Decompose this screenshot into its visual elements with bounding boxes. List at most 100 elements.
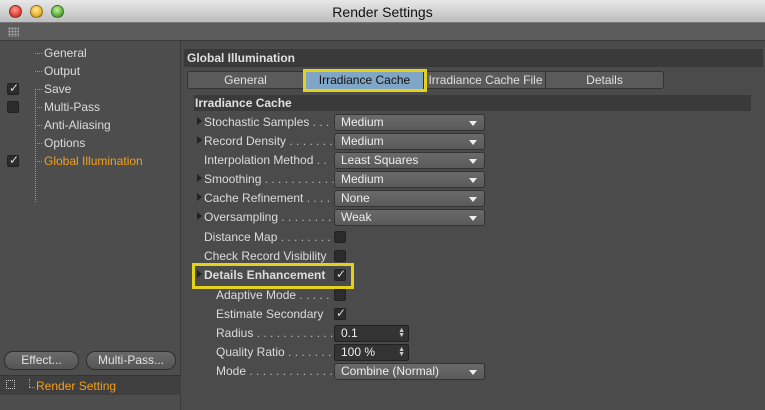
leader-dots: . . . . <box>303 191 331 205</box>
param-quality-ratio: Quality Ratio . . . . . . . 100 % ▲ ▼ <box>182 343 765 362</box>
sidebar-item-general[interactable]: General <box>0 44 181 62</box>
param-adaptive-mode: Adaptive Mode . . . . . <box>182 286 765 305</box>
tree-branch <box>35 53 42 54</box>
checkmark-icon: ✓ <box>9 153 20 167</box>
param-label: Radius . . . . . . . . . . . . . . <box>216 326 347 340</box>
tree-branch <box>29 387 35 388</box>
checkmark-icon: ✓ <box>9 81 20 95</box>
render-setting-label: Render Setting <box>36 379 117 393</box>
sidebar-item-label: Output <box>44 64 81 78</box>
leader-dots: . . . . . . . <box>286 134 333 148</box>
effect-button[interactable]: Effect... <box>4 351 79 370</box>
expand-arrow-icon[interactable] <box>197 193 202 201</box>
param-label: Check Record Visibility <box>204 249 327 263</box>
tree-branch <box>35 143 42 144</box>
param-oversampling: Oversampling . . . . . . . . Weak <box>182 208 765 227</box>
expand-arrow-icon[interactable] <box>197 117 202 125</box>
quality-ratio-input[interactable]: 100 % ▲ ▼ <box>334 344 409 361</box>
dropdown-value: None <box>341 191 370 205</box>
chevron-down-icon <box>469 159 477 164</box>
dropdown-value: Medium <box>341 134 384 148</box>
param-label-text: Interpolation Method <box>204 153 314 167</box>
sidebar-item-label: Global Illumination <box>44 154 143 168</box>
chevron-down-icon <box>469 370 477 375</box>
expand-arrow-icon[interactable] <box>197 136 202 144</box>
tree-branch <box>35 107 42 108</box>
check-record-visibility-checkbox[interactable] <box>334 250 346 262</box>
dropdown-value: Combine (Normal) <box>341 364 440 378</box>
param-label-text: Smoothing <box>204 172 262 186</box>
adaptive-mode-checkbox[interactable] <box>334 289 346 301</box>
param-smoothing: Smoothing . . . . . . . . . . . Medium <box>182 170 765 189</box>
sidebar-item-anti-aliasing[interactable]: Anti-Aliasing <box>0 116 181 134</box>
sidebar-item-save[interactable]: ✓ Save <box>0 80 181 98</box>
sidebar-item-global-illumination[interactable]: ✓ Global Illumination <box>0 152 181 170</box>
details-enhancement-checkbox[interactable]: ✓ <box>334 267 346 281</box>
param-label: Oversampling . . . . . . . . <box>204 210 331 224</box>
record-density-dropdown[interactable]: Medium <box>334 133 485 150</box>
param-label: Adaptive Mode . . . . . <box>216 288 329 302</box>
cache-refinement-dropdown[interactable]: None <box>334 190 485 207</box>
estimate-secondary-checkbox[interactable]: ✓ <box>334 306 346 320</box>
sidebar-item-label: Options <box>44 136 86 150</box>
window-title: Render Settings <box>332 4 433 20</box>
tree-branch <box>35 71 42 72</box>
chevron-down-icon <box>469 121 477 126</box>
mode-dropdown[interactable]: Combine (Normal) <box>334 363 485 380</box>
expand-arrow-icon[interactable] <box>197 212 202 220</box>
dropdown-value: Least Squares <box>341 153 419 167</box>
param-label: Stochastic Samples . . . . <box>204 115 336 129</box>
param-label-text: Stochastic Samples <box>204 115 310 129</box>
leader-dots: . . . . <box>309 115 337 129</box>
distance-map-checkbox[interactable] <box>334 231 346 243</box>
save-enable-checkbox[interactable]: ✓ <box>7 81 20 95</box>
render-setting-row[interactable]: Render Setting <box>0 375 181 395</box>
param-label: Distance Map . . . . . . . . <box>204 230 331 244</box>
chevron-down-icon <box>469 216 477 221</box>
section-header: Global Illumination <box>184 49 763 67</box>
multi-pass-enable-checkbox[interactable] <box>7 101 19 113</box>
stepper-icon[interactable]: ▲ ▼ <box>398 346 405 358</box>
interpolation-method-dropdown[interactable]: Least Squares <box>334 152 485 169</box>
dropdown-value: Medium <box>341 115 384 129</box>
global-illumination-enable-checkbox[interactable]: ✓ <box>7 153 20 167</box>
chevron-down-icon <box>469 178 477 183</box>
sidebar-item-label: Multi-Pass <box>44 100 101 114</box>
expand-arrow-icon[interactable] <box>197 174 202 182</box>
expand-arrow-icon[interactable] <box>197 270 202 278</box>
tab-general[interactable]: General <box>188 72 304 89</box>
sidebar-item-multi-pass[interactable]: Multi-Pass <box>0 98 181 116</box>
dropdown-value: Weak <box>341 210 372 224</box>
smoothing-dropdown[interactable]: Medium <box>334 171 485 188</box>
section-title: Global Illumination <box>187 51 295 65</box>
stepper-icon[interactable]: ▲ ▼ <box>398 327 405 339</box>
radius-input[interactable]: 0.1 ▲ ▼ <box>334 325 409 342</box>
sidebar-item-label: General <box>44 46 87 60</box>
oversampling-dropdown[interactable]: Weak <box>334 209 485 226</box>
param-label-text: Adaptive Mode <box>216 288 297 302</box>
multi-pass-button[interactable]: Multi-Pass... <box>86 351 176 370</box>
param-radius: Radius . . . . . . . . . . . . . . 0.1 ▲ ▼ <box>182 324 765 343</box>
tab-irradiance-cache-file[interactable]: Irradiance Cache File <box>426 72 546 89</box>
dropdown-value: Medium <box>341 172 384 186</box>
tab-details[interactable]: Details <box>546 72 663 89</box>
tree-branch <box>35 89 42 90</box>
tab-irradiance-cache[interactable]: Irradiance Cache <box>303 69 427 92</box>
chevron-down-icon <box>469 197 477 202</box>
sidebar-item-options[interactable]: Options <box>0 134 181 152</box>
param-label: Mode . . . . . . . . . . . . . . . . <box>216 364 353 378</box>
param-label-text: Quality Ratio <box>216 345 285 359</box>
param-label: Record Density . . . . . . . <box>204 134 333 148</box>
param-label-text: Oversampling <box>204 210 279 224</box>
sidebar-item-output[interactable]: Output <box>0 62 181 80</box>
leader-dots: . . . . . <box>296 288 330 302</box>
grip-icon[interactable] <box>8 27 19 37</box>
param-check-record-visibility: Check Record Visibility <box>182 247 765 266</box>
param-stochastic-samples: Stochastic Samples . . . . Medium <box>182 113 765 132</box>
leader-dots: . . . . . . . . <box>278 210 332 224</box>
stochastic-samples-dropdown[interactable]: Medium <box>334 114 485 131</box>
param-label-text: Record Density <box>204 134 287 148</box>
tab-bar: General Irradiance Cache Irradiance Cach… <box>187 69 664 92</box>
tree-branch <box>35 125 42 126</box>
settings-sidebar: General Output ✓ Save Multi-Pass Anti-Al… <box>0 41 181 410</box>
